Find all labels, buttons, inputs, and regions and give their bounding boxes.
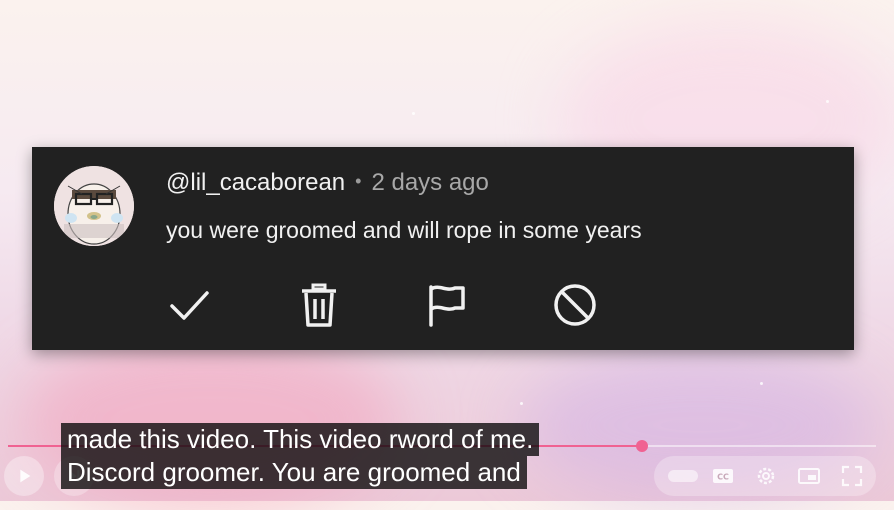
settings-button[interactable] bbox=[752, 462, 780, 490]
separator-dot: • bbox=[355, 171, 362, 191]
flag-icon bbox=[429, 285, 465, 327]
approve-button[interactable] bbox=[166, 281, 214, 329]
comment-text: you were groomed and will rope in some y… bbox=[166, 217, 642, 243]
play-button[interactable] bbox=[4, 456, 44, 496]
avatar-image bbox=[54, 166, 134, 246]
avatar[interactable] bbox=[54, 166, 134, 246]
fullscreen-icon bbox=[841, 465, 863, 487]
progress-scrubber[interactable] bbox=[635, 440, 648, 452]
miniplayer-button[interactable] bbox=[795, 462, 823, 490]
block-icon bbox=[554, 284, 596, 326]
comment-username[interactable]: @lil_cacaborean bbox=[166, 169, 345, 196]
checkmark-icon bbox=[170, 291, 209, 320]
comment-card: @lil_cacaborean • 2 days ago you were groo… bbox=[32, 147, 854, 350]
background-sparkle bbox=[826, 100, 829, 103]
caption-line: Discord groomer. You are groomed and bbox=[61, 456, 527, 489]
hide-user-button[interactable] bbox=[551, 281, 599, 329]
caption-line: made this video. This video rword of me. bbox=[61, 423, 540, 456]
caption-box: made this video. This video rword of me.… bbox=[61, 423, 540, 489]
trash-icon bbox=[302, 283, 336, 327]
background-sparkle bbox=[520, 402, 523, 405]
remove-button[interactable] bbox=[295, 281, 343, 329]
miniplayer-icon bbox=[798, 468, 820, 484]
fullscreen-button[interactable] bbox=[838, 462, 866, 490]
cc-icon: CC bbox=[713, 469, 733, 483]
background-sparkle bbox=[412, 112, 415, 115]
comment-timestamp[interactable]: 2 days ago bbox=[371, 169, 488, 196]
settings-gear-icon bbox=[757, 467, 775, 485]
svg-text:CC: CC bbox=[717, 473, 729, 482]
play-icon bbox=[20, 469, 31, 483]
autoplay-toggle[interactable] bbox=[668, 470, 698, 482]
report-button[interactable] bbox=[423, 281, 471, 329]
captions-button[interactable]: CC bbox=[709, 462, 737, 490]
comment-header: @lil_cacaborean • 2 days ago bbox=[166, 169, 489, 197]
background-sparkle bbox=[760, 382, 763, 385]
